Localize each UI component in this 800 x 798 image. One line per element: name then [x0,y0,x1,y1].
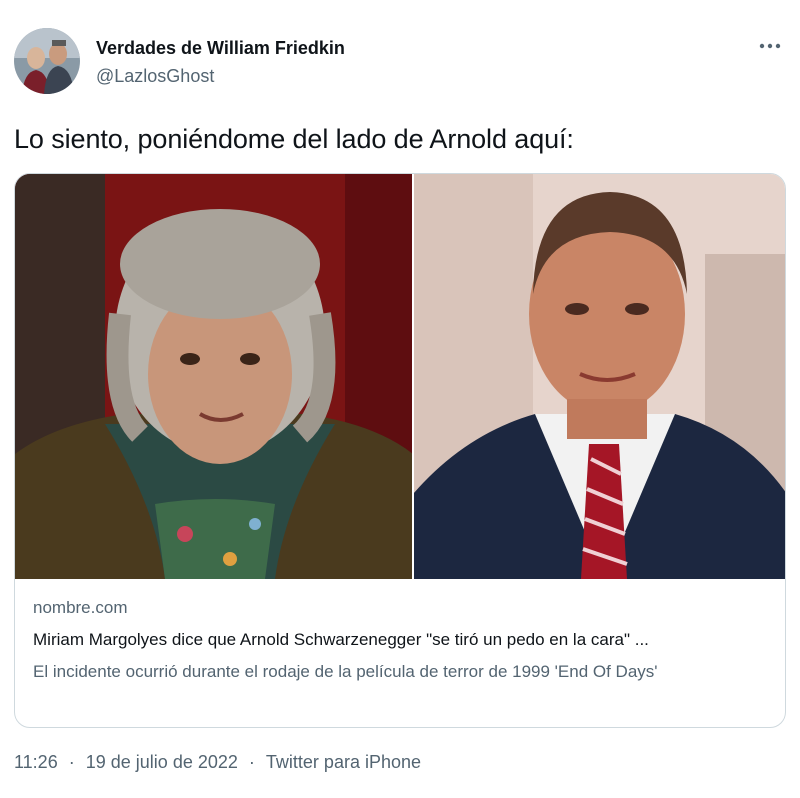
card-description: El incidente ocurrió durante el rodaje d… [33,662,658,681]
card-image [15,174,785,579]
separator: · [68,752,75,772]
separator: · [248,752,255,772]
author-handle[interactable]: @LazlosGhost [96,66,214,87]
card-domain: nombre.com [33,598,128,617]
link-card[interactable]: nombre.com Miriam Margolyes dice que Arn… [14,173,786,728]
author-name[interactable]: Verdades de William Friedkin [96,38,345,59]
tweet-date[interactable]: 19 de julio de 2022 [86,752,238,773]
tweet-text: Lo siento, poniéndome del lado de Arnold… [14,124,574,154]
card-title: Miriam Margolyes dice que Arnold Schwarz… [33,630,649,649]
more-horizontal-icon [759,43,781,49]
tweet-header: Verdades de William Friedkin @LazlosGhos… [14,28,786,98]
avatar[interactable] [14,28,80,94]
left-photo [15,174,413,579]
right-photo [413,174,785,579]
tweet-time[interactable]: 11:26 [14,752,58,773]
more-options-button[interactable] [754,34,786,58]
tweet-source[interactable]: Twitter para iPhone [266,752,421,773]
tweet-metadata: 11:26 · 19 de julio de 2022 · Twitter pa… [14,752,421,773]
